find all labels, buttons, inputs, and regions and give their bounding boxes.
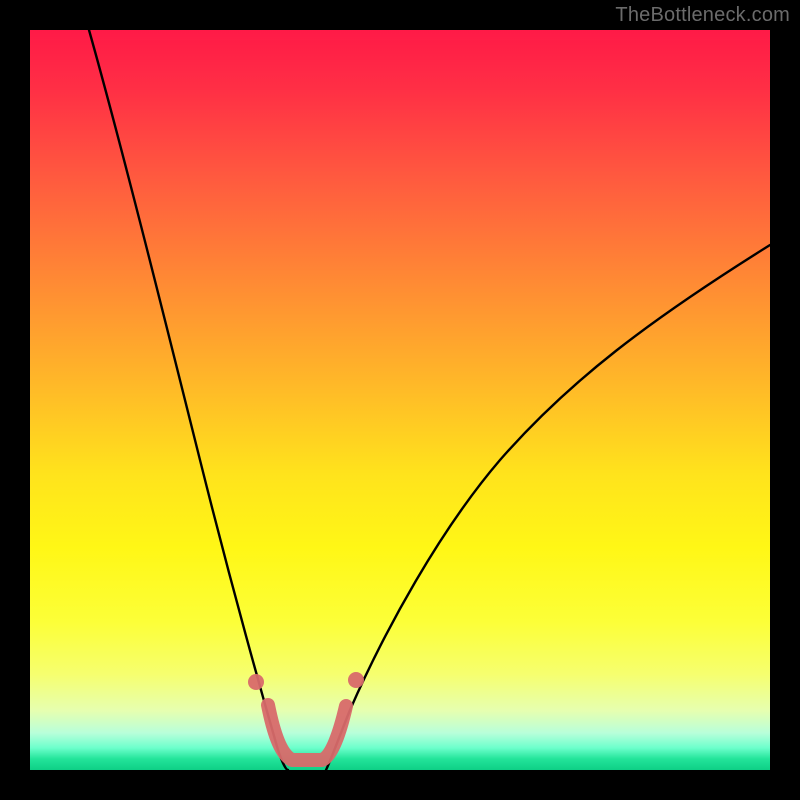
bottleneck-curve-svg (30, 30, 770, 770)
left-marker-dot (248, 674, 264, 690)
bottom-u-segment (268, 705, 346, 760)
curve-right-branch (326, 245, 770, 770)
plot-area (30, 30, 770, 770)
right-marker-dot (348, 672, 364, 688)
chart-frame: TheBottleneck.com (0, 0, 800, 800)
curve-left-branch (89, 30, 288, 770)
watermark-text: TheBottleneck.com (615, 4, 790, 27)
